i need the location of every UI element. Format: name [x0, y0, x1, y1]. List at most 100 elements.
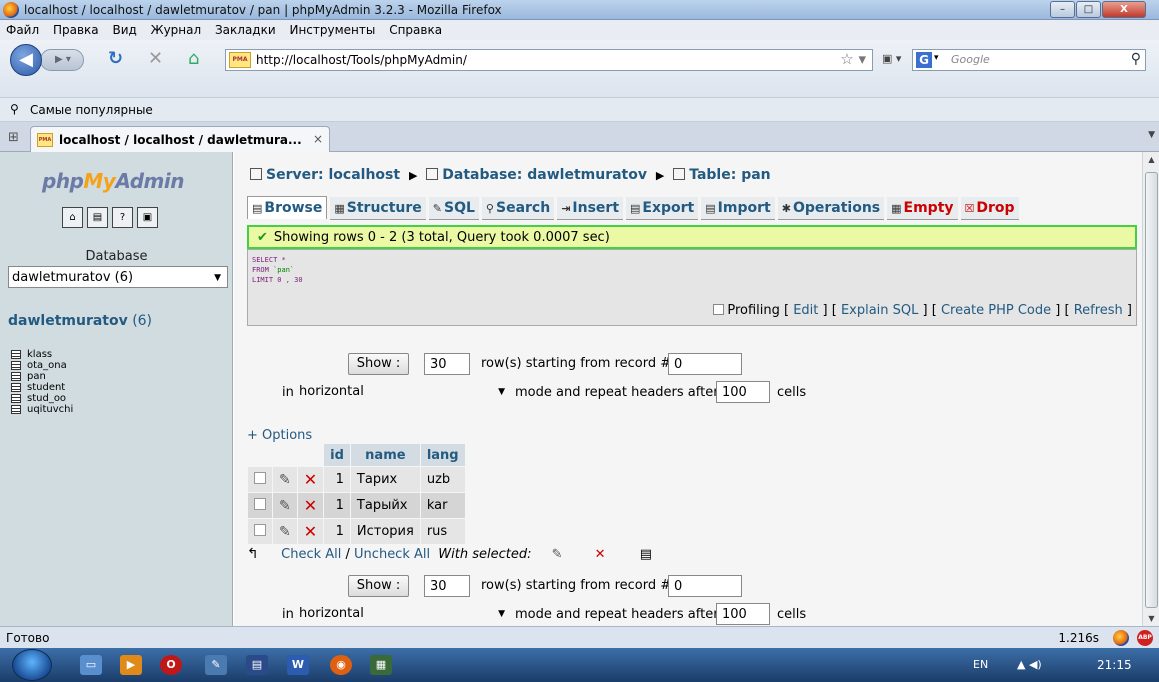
- delete-icon[interactable]: ✕: [304, 470, 317, 489]
- tab-export[interactable]: ▤ Export: [626, 197, 699, 220]
- browser-tab[interactable]: PMA localhost / localhost / dawletmura..…: [30, 126, 330, 153]
- edit-pencil-icon[interactable]: ✎: [279, 472, 291, 488]
- word-icon[interactable]: W: [287, 655, 309, 675]
- breadcrumb-table[interactable]: Table: pan: [689, 167, 770, 183]
- column-header-id[interactable]: id: [324, 444, 350, 466]
- tab-operations[interactable]: ✱ Operations: [777, 197, 885, 220]
- minimize-button[interactable]: –: [1050, 1, 1075, 18]
- breadcrumb-server[interactable]: Server: localhost: [266, 167, 400, 183]
- rows-count-input[interactable]: 30: [424, 353, 470, 375]
- tab-list-icon[interactable]: ▼: [1148, 130, 1155, 140]
- media-player-icon[interactable]: ▶: [120, 655, 142, 675]
- table-item-student[interactable]: student: [11, 382, 73, 393]
- bookmark-most-visited[interactable]: Самые популярные: [30, 103, 153, 117]
- breadcrumb-database[interactable]: Database: dawletmuratov: [442, 167, 647, 183]
- repeat-headers-input[interactable]: 100: [716, 381, 770, 403]
- display-mode-select[interactable]: horizontal ▼: [294, 381, 510, 403]
- table-item-stud-oo[interactable]: stud_oo: [11, 393, 73, 404]
- column-header-lang[interactable]: lang: [420, 444, 465, 466]
- back-button[interactable]: ◀: [10, 44, 42, 76]
- explain-sql-link[interactable]: Explain SQL: [841, 303, 918, 318]
- phpmyadmin-logo[interactable]: phpMyAdmin: [42, 169, 184, 193]
- home-icon[interactable]: ⌂: [62, 207, 83, 228]
- delete-icon[interactable]: ✕: [304, 522, 317, 541]
- documentation-icon[interactable]: ?: [112, 207, 133, 228]
- current-database-heading[interactable]: dawletmuratov (6): [8, 313, 152, 329]
- scroll-down-icon[interactable]: ▼: [1143, 611, 1159, 626]
- menu-bookmarks[interactable]: Закладки: [209, 20, 280, 37]
- menu-view[interactable]: Вид: [106, 20, 140, 37]
- table-item-klass[interactable]: klass: [11, 349, 73, 360]
- database-select[interactable]: dawletmuratov (6) ▼: [8, 266, 228, 288]
- search-icon[interactable]: ⚲: [1131, 51, 1141, 67]
- column-header-name[interactable]: name: [350, 444, 420, 466]
- check-all-link[interactable]: Check All: [281, 547, 341, 562]
- volume-icon[interactable]: ▲ ◀): [1017, 658, 1042, 671]
- table-item-pan[interactable]: pan: [11, 371, 73, 382]
- show-button[interactable]: Show :: [348, 575, 409, 597]
- firefox-icon[interactable]: [1113, 630, 1129, 646]
- new-tab-icon[interactable]: ⊞: [8, 130, 19, 145]
- search-bar[interactable]: G ▾ Google ⚲: [912, 49, 1146, 71]
- display-mode-select[interactable]: horizontal ▼: [294, 603, 510, 625]
- menu-tools[interactable]: Инструменты: [283, 20, 379, 37]
- stop-icon[interactable]: ✕: [148, 50, 163, 68]
- explorer-icon[interactable]: ▭: [80, 655, 102, 675]
- tab-drop[interactable]: ☒ Drop: [960, 197, 1019, 220]
- maximize-button[interactable]: □: [1076, 1, 1101, 18]
- tab-insert[interactable]: ⇥ Insert: [557, 197, 624, 220]
- options-link[interactable]: + Options: [247, 428, 312, 443]
- tab-empty[interactable]: ▦ Empty: [887, 197, 958, 220]
- tab-search[interactable]: ⚲ Search: [481, 197, 555, 220]
- paint-icon[interactable]: ✎: [205, 655, 227, 675]
- language-indicator[interactable]: EN: [973, 658, 988, 671]
- table-item-uqituvchi[interactable]: uqituvchi: [11, 404, 73, 415]
- create-php-code-link[interactable]: Create PHP Code: [941, 303, 1051, 318]
- clock[interactable]: 21:15: [1097, 658, 1132, 672]
- menu-history[interactable]: Журнал: [145, 20, 206, 37]
- scrollbar-thumb[interactable]: [1145, 172, 1158, 608]
- menu-edit[interactable]: Правка: [47, 20, 103, 37]
- edit-pencil-icon[interactable]: ✎: [279, 524, 291, 540]
- edit-sql-link[interactable]: Edit: [793, 303, 818, 318]
- delete-icon[interactable]: ✕: [595, 547, 606, 562]
- menu-help[interactable]: Справка: [383, 20, 446, 37]
- opera-icon[interactable]: O: [160, 655, 182, 675]
- google-engine-icon[interactable]: G: [916, 52, 932, 68]
- close-tab-icon[interactable]: ×: [313, 132, 323, 146]
- vertical-scrollbar[interactable]: ▲ ▼: [1142, 152, 1159, 626]
- reload-icon[interactable]: ↻: [108, 50, 123, 68]
- refresh-link[interactable]: Refresh: [1074, 303, 1123, 318]
- tab-import[interactable]: ▤ Import: [701, 197, 775, 220]
- row-checkbox[interactable]: [254, 471, 266, 484]
- save-icon[interactable]: ▤: [246, 655, 268, 675]
- adblock-icon[interactable]: ABP: [1137, 630, 1153, 646]
- row-checkbox[interactable]: [254, 497, 266, 510]
- row-checkbox[interactable]: [254, 523, 266, 536]
- forward-button[interactable]: ▶ ▾: [40, 49, 84, 71]
- address-bar[interactable]: PMA http://localhost/Tools/phpMyAdmin/ ☆…: [225, 49, 873, 71]
- close-window-button[interactable]: X: [1102, 1, 1146, 18]
- export-icon[interactable]: ▤: [640, 547, 652, 562]
- query-window-icon[interactable]: ▤: [87, 207, 108, 228]
- mysql-docs-icon[interactable]: ▣: [137, 207, 158, 228]
- show-button[interactable]: Show :: [348, 353, 409, 375]
- delete-icon[interactable]: ✕: [304, 496, 317, 515]
- rows-count-input[interactable]: 30: [424, 575, 470, 597]
- screenshot-icon[interactable]: ▣ ▾: [882, 52, 901, 65]
- tab-structure[interactable]: ▦ Structure: [330, 197, 426, 220]
- profiling-checkbox[interactable]: [713, 304, 725, 315]
- tab-sql[interactable]: ✎ SQL: [428, 197, 479, 220]
- tab-browse[interactable]: ▤ Browse: [247, 196, 328, 219]
- uncheck-all-link[interactable]: Uncheck All: [354, 547, 430, 562]
- home-icon[interactable]: ⌂: [188, 50, 199, 68]
- bookmark-star-icon[interactable]: ☆ ▾: [840, 50, 866, 68]
- table-item-ota-ona[interactable]: ota_ona: [11, 360, 73, 371]
- scroll-up-icon[interactable]: ▲: [1143, 152, 1159, 167]
- start-record-input[interactable]: 0: [668, 353, 742, 375]
- edit-pencil-icon[interactable]: ✎: [552, 547, 563, 562]
- start-record-input[interactable]: 0: [668, 575, 742, 597]
- edit-pencil-icon[interactable]: ✎: [279, 498, 291, 514]
- start-button[interactable]: [12, 649, 52, 681]
- menu-file[interactable]: Файл: [0, 20, 43, 37]
